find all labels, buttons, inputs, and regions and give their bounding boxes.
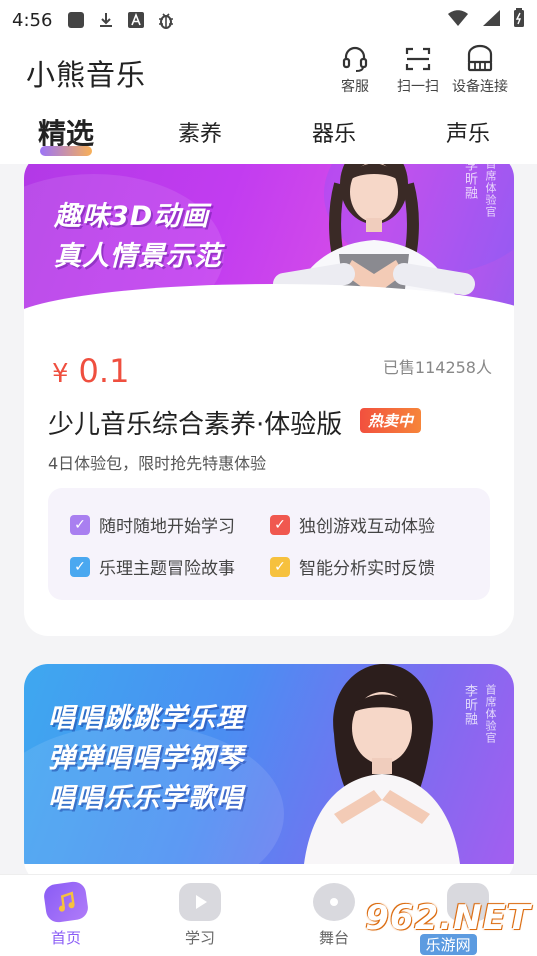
feed-content[interactable]: 趣味3D动画 真人情景示范 李昕融 首席体验官 ¥ 0.1 已售114258人 … <box>0 164 537 874</box>
course-banner[interactable]: 趣味3D动画 真人情景示范 李昕融 首席体验官 <box>24 164 514 324</box>
device-connect-button[interactable]: 设备连接 <box>452 44 508 96</box>
bug-icon <box>156 10 176 30</box>
banner-badge-role: 首席体验官 <box>484 164 497 218</box>
nav-study[interactable]: 学习 <box>160 883 240 948</box>
price-symbol: ¥ <box>52 359 69 389</box>
nav-study-label: 学习 <box>184 929 215 947</box>
banner-badge-role: 首席体验官 <box>484 684 497 744</box>
banner-badge-name: 李昕融 <box>462 164 477 200</box>
download-icon <box>96 10 116 30</box>
wifi-icon <box>447 9 469 31</box>
tab-literacy[interactable]: 素养 <box>178 116 222 148</box>
app-header: 小熊音乐 客服 扫一扫 设备连接 <box>0 40 537 110</box>
scan-button[interactable]: 扫一扫 <box>397 44 439 96</box>
banner-headline-2: 弹弹唱唱学钢琴 <box>48 743 244 774</box>
check-icon: ✓ <box>70 514 90 535</box>
banner-headline-2: 真人情景示范 <box>54 241 222 272</box>
status-bar: 4:56 <box>0 0 537 40</box>
watermark-sub: 乐游网 <box>419 934 477 955</box>
feature-item: ✓ 独创游戏互动体验 <box>270 512 435 537</box>
signal-icon <box>481 9 501 31</box>
nav-home[interactable]: 首页 <box>26 880 106 948</box>
status-time: 4:56 <box>12 9 53 31</box>
course-card[interactable]: 唱唱跳跳学乐理 弹弹唱唱学钢琴 唱唱乐乐学歌唱 李昕融 首席体验官 <box>24 664 514 874</box>
battery-icon <box>513 8 525 32</box>
check-icon: ✓ <box>270 556 290 577</box>
course-banner[interactable]: 唱唱跳跳学乐理 弹弹唱唱学钢琴 唱唱乐乐学歌唱 李昕融 首席体验官 <box>24 664 514 864</box>
price: ¥ 0.1 <box>52 352 129 390</box>
check-icon: ✓ <box>270 514 290 535</box>
feature-label: 智能分析实时反馈 <box>299 559 435 579</box>
customer-service-button[interactable]: 客服 <box>340 44 370 96</box>
course-subtitle: 4日体验包，限时抢先特惠体验 <box>48 454 267 473</box>
feature-item: ✓ 智能分析实时反馈 <box>270 554 435 579</box>
course-card[interactable]: 趣味3D动画 真人情景示范 李昕融 首席体验官 ¥ 0.1 已售114258人 … <box>24 164 514 636</box>
banner-headline-1: 趣味3D动画 <box>54 201 210 232</box>
sold-count: 已售114258人 <box>382 358 492 377</box>
feature-label: 随时随地开始学习 <box>99 517 235 537</box>
customer-service-label: 客服 <box>341 79 369 95</box>
feature-label: 独创游戏互动体验 <box>299 517 435 537</box>
banner-badge-name: 李昕融 <box>462 684 477 726</box>
tab-featured[interactable]: 精选 <box>38 112 94 152</box>
headset-icon <box>342 46 368 72</box>
a-box-icon <box>126 10 146 30</box>
course-title: 少儿音乐综合素养·体验版 <box>48 410 343 440</box>
watermark-logo: 962.NET 乐游网 <box>365 898 531 955</box>
square-icon <box>66 10 86 30</box>
tab-vocal[interactable]: 声乐 <box>446 116 490 148</box>
stage-disc-icon <box>313 883 355 921</box>
feature-item: ✓ 乐理主题冒险故事 <box>70 554 235 579</box>
price-value: 0.1 <box>78 352 130 390</box>
feature-item: ✓ 随时随地开始学习 <box>70 512 235 537</box>
banner-headline-3: 唱唱乐乐学歌唱 <box>48 783 244 814</box>
study-play-icon <box>179 883 221 921</box>
feature-list: ✓ 随时随地开始学习 ✓ 独创游戏互动体验 ✓ 乐理主题冒险故事 ✓ 智能分析实… <box>48 488 490 600</box>
spokesperson-illustration <box>304 664 460 864</box>
nav-stage-label: 舞台 <box>318 929 349 947</box>
check-icon: ✓ <box>70 556 90 577</box>
category-tabs: 精选 素养 器乐 声乐 <box>0 110 537 164</box>
scan-icon <box>405 47 431 71</box>
nav-stage[interactable]: 舞台 <box>294 883 374 948</box>
device-connect-label: 设备连接 <box>452 79 508 95</box>
feature-label: 乐理主题冒险故事 <box>99 559 235 579</box>
piano-icon <box>467 44 493 72</box>
home-music-icon <box>42 880 90 924</box>
watermark-main: 962.NET <box>365 898 531 938</box>
tab-instrument[interactable]: 器乐 <box>312 116 356 148</box>
hot-badge: 热卖中 <box>360 408 422 433</box>
banner-headline-1: 唱唱跳跳学乐理 <box>48 703 244 734</box>
app-title: 小熊音乐 <box>26 58 147 92</box>
scan-label: 扫一扫 <box>397 79 439 95</box>
nav-home-label: 首页 <box>50 929 81 947</box>
